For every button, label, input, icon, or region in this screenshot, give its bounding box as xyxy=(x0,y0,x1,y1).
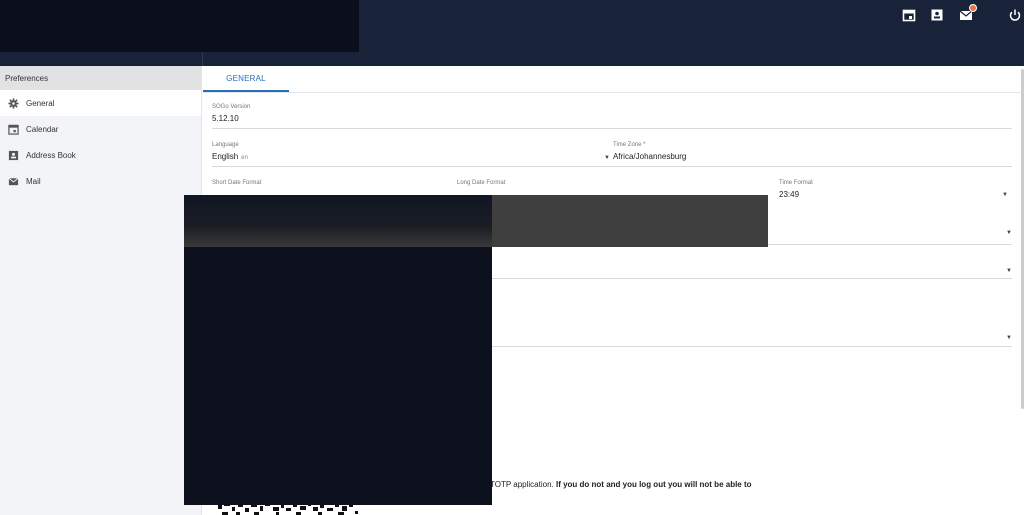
sidebar-item-general[interactable]: General xyxy=(0,90,201,116)
language-code: en xyxy=(241,155,248,161)
timezone-text: Africa/Johannesburg xyxy=(612,152,687,161)
timezone-select[interactable]: Time Zone * ▼ Africa/Johannesburg xyxy=(604,142,1012,167)
divider xyxy=(492,346,1012,347)
redacted-region-fade xyxy=(492,195,768,247)
language-value: English en xyxy=(212,152,604,161)
caret-down-icon[interactable]: ▼ xyxy=(1006,335,1012,341)
timezone-value: ▼ Africa/Johannesburg xyxy=(604,152,1012,161)
calendar-icon[interactable] xyxy=(902,8,916,22)
caret-down-icon: ▼ xyxy=(604,155,610,161)
sidebar-item-address-book[interactable]: Address Book xyxy=(0,142,201,168)
divider xyxy=(202,52,203,66)
version-label: SOGo Version xyxy=(212,104,251,110)
sidebar-item-label: General xyxy=(26,98,55,108)
sidebar-item-label: Mail xyxy=(26,176,41,186)
divider xyxy=(212,128,1012,129)
tab-general[interactable]: GENERAL xyxy=(203,66,289,92)
sidebar-header: Preferences xyxy=(0,66,201,90)
gear-icon xyxy=(0,97,26,109)
sidebar-item-calendar[interactable]: Calendar xyxy=(0,116,201,142)
redacted-region xyxy=(184,247,492,505)
totp-text-b: If you do not and you log out you will n… xyxy=(555,480,752,489)
short-date-label: Short Date Format xyxy=(212,180,262,186)
timezone-label: Time Zone * xyxy=(613,142,646,148)
sidebar-item-label: Calendar xyxy=(26,124,59,134)
power-icon[interactable] xyxy=(1008,8,1022,22)
mail-icon xyxy=(0,176,26,187)
version-field: SOGo Version 5.12.10 xyxy=(212,104,1012,129)
caret-down-icon: ▼ xyxy=(1002,192,1008,198)
long-date-select[interactable]: Long Date Format xyxy=(457,180,757,186)
tab-bar: GENERAL xyxy=(203,66,1024,93)
contacts-icon[interactable] xyxy=(930,8,944,22)
totp-text-a: TOTP application. xyxy=(490,480,554,489)
totp-instructions: TOTP application. If you do not and you … xyxy=(490,480,752,489)
notification-badge xyxy=(969,4,977,12)
sidebar-item-label: Address Book xyxy=(26,150,76,160)
divider xyxy=(604,166,1012,167)
redacted-region xyxy=(184,195,768,247)
language-name: English xyxy=(212,152,239,161)
sidebar-item-mail[interactable]: Mail xyxy=(0,168,201,194)
calendar-icon xyxy=(0,124,26,135)
short-date-select[interactable]: Short Date Format xyxy=(212,180,452,186)
redacted-region xyxy=(0,0,359,52)
caret-down-icon[interactable]: ▼ xyxy=(1006,230,1012,236)
qr-code xyxy=(218,503,358,515)
divider xyxy=(212,166,604,167)
top-bar xyxy=(0,0,1024,66)
time-format-select[interactable]: Time Format 23:49 ▼ xyxy=(779,180,1012,199)
language-select[interactable]: Language English en xyxy=(212,142,604,167)
time-format-value: 23:49 xyxy=(779,190,800,199)
version-value: 5.12.10 xyxy=(212,114,239,123)
time-format-label: Time Format xyxy=(779,180,813,186)
timezone-label-text: Time Zone xyxy=(613,142,642,148)
contacts-icon xyxy=(0,150,26,161)
caret-down-icon[interactable]: ▼ xyxy=(1006,268,1012,274)
sidebar: Preferences General Calendar Address Boo… xyxy=(0,66,202,515)
long-date-label: Long Date Format xyxy=(457,180,506,186)
language-label: Language xyxy=(212,142,239,148)
divider xyxy=(492,278,1012,279)
mail-icon[interactable] xyxy=(959,4,977,22)
